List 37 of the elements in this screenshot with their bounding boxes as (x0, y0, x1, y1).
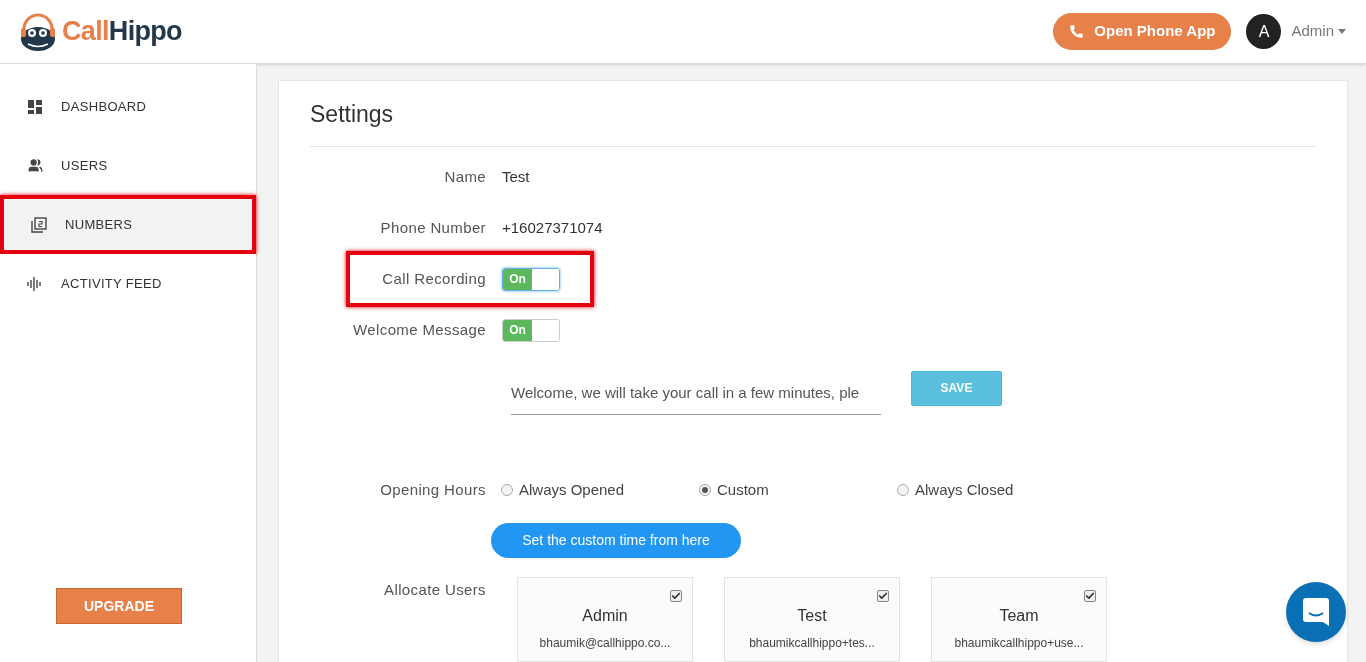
people-icon (27, 158, 43, 173)
dashboard-grid-icon (28, 99, 42, 114)
user-menu[interactable]: Admin (1291, 20, 1346, 43)
field-value: +16027371074 (502, 217, 603, 238)
field-label: Call Recording (381, 268, 486, 289)
field-label: Opening Hours (379, 479, 486, 500)
field-label: Phone Number (379, 217, 486, 238)
user-name: Team (999, 606, 1039, 626)
check-icon (671, 591, 681, 601)
checkbox[interactable] (670, 590, 682, 602)
radio-option[interactable]: Custom (699, 478, 897, 501)
logo-text: CallHippo (62, 15, 182, 49)
numbered-pages-icon (31, 216, 47, 233)
phone-icon (1069, 24, 1085, 39)
user-name: Admin (582, 606, 628, 626)
chat-bubble-icon (1303, 598, 1329, 626)
sidebar-item[interactable]: NUMBERS (0, 195, 256, 254)
checkbox[interactable] (877, 590, 889, 602)
field-label: Allocate Users (383, 580, 486, 600)
check-icon (878, 591, 888, 601)
radio-option[interactable]: Always Closed (897, 478, 1095, 501)
check-icon (1085, 591, 1095, 601)
sound-wave-icon (27, 276, 43, 291)
caret-icon (1338, 29, 1346, 34)
toggle-label: On (503, 319, 532, 341)
user-email: bhaumikcallhippo+tes... (749, 635, 875, 652)
user-name: Test (797, 606, 827, 626)
user-email: bhaumikcallhippo+use... (954, 635, 1084, 652)
radio-option[interactable]: Always Opened (501, 478, 699, 501)
field-value: Test (502, 166, 530, 187)
settings-title: Settings (310, 97, 1316, 147)
user-email: bhaumik@callhippo.co... (539, 635, 671, 652)
toggle-label: On (503, 268, 532, 290)
checkbox[interactable] (1084, 590, 1096, 602)
field-label: Name (443, 166, 486, 187)
field-label: Welcome Message (352, 319, 486, 340)
user-avatar: A (1246, 14, 1282, 49)
